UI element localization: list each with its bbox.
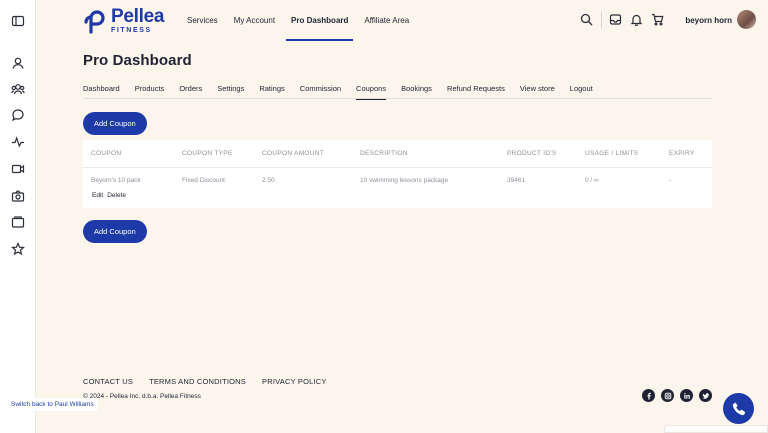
tab-view-store[interactable]: View store [520,82,555,99]
star-icon[interactable] [11,242,25,256]
tab-orders[interactable]: Orders [179,82,202,99]
cell-coupon: Beyorn's 10 pack [91,177,141,184]
cart-icon[interactable] [651,13,664,26]
social-links [642,389,712,402]
cell-expiry: - [669,177,672,184]
column-header-coupon-type: COUPON TYPE [182,150,233,157]
chat-widget-tab[interactable] [664,425,768,433]
column-header-coupon: COUPON [91,150,122,157]
tab-coupons[interactable]: Coupons [356,82,387,100]
footer-link-terms[interactable]: TERMS AND CONDITIONS [149,377,246,386]
user-name[interactable]: beyorn horn [685,16,732,25]
tab-bookings[interactable]: Bookings [401,82,432,99]
linkedin-icon[interactable] [680,389,693,402]
user-icon[interactable] [11,56,25,70]
phone-icon [732,402,745,415]
folder-icon[interactable] [11,215,25,229]
users-icon[interactable] [11,82,25,96]
footer-links: CONTACT US TERMS AND CONDITIONS PRIVACY … [83,377,712,386]
brand-tagline: FITNESS [111,27,152,34]
add-coupon-button-bottom[interactable]: Add Coupon [83,220,147,243]
main-content: Pro Dashboard Dashboard Products Orders … [83,52,712,243]
tab-logout[interactable]: Logout [570,82,593,99]
dashboard-tabs: Dashboard Products Orders Settings Ratin… [83,82,712,100]
column-header-expiry: EXPIRY [669,150,695,157]
twitter-icon[interactable] [699,389,712,402]
header: Pellea FITNESS Services My Account Pro D… [36,0,768,42]
coupons-table: COUPON COUPON TYPE COUPON AMOUNT DESCRIP… [83,140,712,208]
search-icon[interactable] [580,13,593,26]
column-header-coupon-amount: COUPON AMOUNT [262,150,325,157]
column-header-product-ids: PRODUCT ID'S [507,150,557,157]
cell-product-ids: 39461 [507,177,526,184]
footer-link-contact[interactable]: CONTACT US [83,377,133,386]
header-divider [601,12,602,28]
nav-services[interactable]: Services [187,0,218,42]
row-actions: Edit Delete [92,192,126,199]
tab-commission[interactable]: Commission [300,82,341,99]
tab-ratings[interactable]: Ratings [259,82,284,99]
add-coupon-button[interactable]: Add Coupon [83,112,147,135]
brand-name: Pellea [111,6,165,27]
facebook-icon[interactable] [642,389,655,402]
inbox-icon[interactable] [609,13,622,26]
call-button[interactable] [723,393,754,424]
sidebar [0,0,36,433]
pellea-logo-icon [84,9,105,34]
cell-coupon-amount: 2.50 [262,177,275,184]
top-nav: Services My Account Pro Dashboard Affili… [187,0,425,42]
cell-coupon-type: Fixed Discount [182,177,225,184]
delete-link[interactable]: Delete [107,192,126,199]
switch-user-link[interactable]: Switch back to Paul Williams [7,398,98,411]
avatar[interactable] [737,10,756,29]
tab-dashboard[interactable]: Dashboard [83,82,120,99]
footer: CONTACT US TERMS AND CONDITIONS PRIVACY … [83,377,712,402]
brand-logo[interactable]: Pellea FITNESS [84,7,164,34]
column-header-description: DESCRIPTION [360,150,408,157]
nav-pro-dashboard[interactable]: Pro Dashboard [286,0,354,42]
nav-my-account[interactable]: My Account [234,0,275,42]
table-divider [83,167,712,168]
cell-description: 10 swimming lessons package [360,177,449,184]
tab-settings[interactable]: Settings [217,82,244,99]
page-title: Pro Dashboard [83,52,192,69]
video-icon[interactable] [11,162,25,176]
tab-refund-requests[interactable]: Refund Requests [447,82,505,99]
instagram-icon[interactable] [661,389,674,402]
tab-products[interactable]: Products [135,82,165,99]
chat-icon[interactable] [11,108,25,122]
panel-toggle-icon[interactable] [11,14,25,28]
copyright: © 2024 - Pellea Inc. d.b.a. Pellea Fitne… [83,393,201,400]
activity-icon[interactable] [11,135,25,149]
column-header-usage-limits: USAGE / LIMITS [585,150,639,157]
edit-link[interactable]: Edit [92,192,103,199]
footer-link-privacy[interactable]: PRIVACY POLICY [262,377,327,386]
camera-icon[interactable] [11,189,25,203]
cell-usage-limits: 0 / ∞ [585,177,599,184]
bell-icon[interactable] [630,13,643,26]
nav-affiliate-area[interactable]: Affiliate Area [364,0,409,42]
